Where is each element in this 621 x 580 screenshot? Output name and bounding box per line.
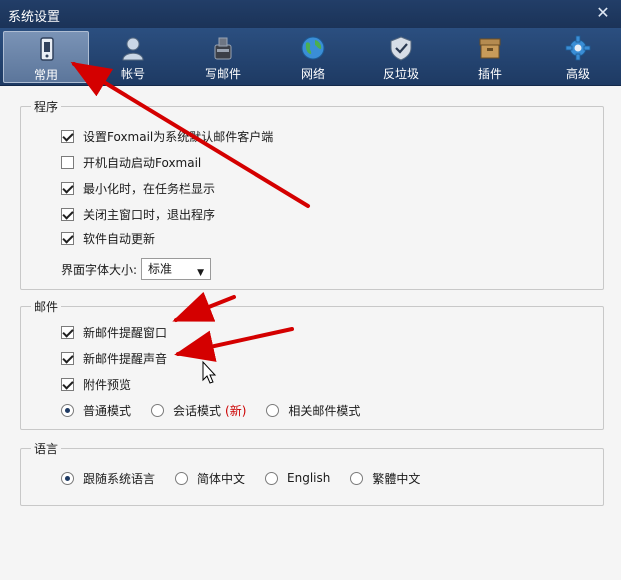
checkbox-minimize-taskbar[interactable]: [61, 181, 74, 195]
mail-mode-row: 普通模式 会话模式 (新) 相关邮件模式: [61, 401, 380, 419]
option-new-mail-sound[interactable]: 新邮件提醒声音: [61, 349, 167, 367]
radio-follow-system-dot[interactable]: [61, 471, 74, 485]
radio-normal-mode[interactable]: 普通模式: [61, 402, 131, 419]
radio-normal-mode-dot[interactable]: [61, 403, 74, 417]
settings-content: 程序 设置Foxmail为系统默认邮件客户端 开机自动启动Foxmail 最小化…: [0, 86, 621, 580]
radio-english[interactable]: English: [265, 471, 330, 485]
radio-english-label: English: [287, 471, 331, 485]
tab-advanced[interactable]: 高级: [535, 31, 621, 83]
tab-general[interactable]: 常用: [3, 31, 89, 83]
option-new-mail-sound-label: 新邮件提醒声音: [83, 351, 168, 366]
tab-account[interactable]: 帐号: [90, 31, 176, 83]
title-bar: 系统设置 ✕: [0, 0, 621, 28]
option-new-mail-window[interactable]: 新邮件提醒窗口: [61, 323, 167, 341]
tab-compose-label: 写邮件: [204, 67, 241, 81]
radio-follow-system-label: 跟随系统语言: [83, 471, 156, 486]
radio-related-mode-dot[interactable]: [266, 403, 280, 417]
program-legend: 程序: [31, 98, 62, 115]
radio-related-mode[interactable]: 相关邮件模式: [266, 402, 360, 419]
font-size-select[interactable]: 标准 ▼: [141, 258, 212, 280]
option-exit-on-close[interactable]: 关闭主窗口时，退出程序: [61, 205, 215, 223]
close-icon[interactable]: ✕: [593, 3, 613, 23]
gear-advanced-icon: [565, 35, 591, 61]
program-group: 程序 设置Foxmail为系统默认邮件客户端 开机自动启动Foxmail 最小化…: [20, 98, 604, 290]
option-auto-update[interactable]: 软件自动更新: [61, 229, 155, 247]
option-auto-start-label: 开机自动启动Foxmail: [83, 155, 202, 170]
tab-account-label: 帐号: [120, 67, 145, 81]
radio-conversation-mode-label: 会话模式: [173, 403, 222, 418]
plugin-box-icon: [479, 38, 501, 59]
tab-general-label: 常用: [33, 68, 58, 82]
radio-english-dot[interactable]: [265, 471, 279, 485]
chevron-down-icon: ▼: [197, 268, 205, 278]
checkbox-attachment-preview[interactable]: [61, 377, 74, 391]
radio-traditional-chinese[interactable]: 繁體中文: [350, 470, 420, 487]
radio-simplified-chinese[interactable]: 简体中文: [175, 470, 245, 487]
font-size-label: 界面字体大小:: [61, 262, 138, 277]
option-exit-on-close-label: 关闭主窗口时，退出程序: [83, 207, 216, 222]
radio-conversation-mode[interactable]: 会话模式 (新): [151, 402, 246, 419]
compose-ink-icon: [214, 37, 232, 60]
new-tag: (新): [225, 403, 247, 418]
tab-antispam[interactable]: 反垃圾: [358, 31, 444, 83]
option-new-mail-window-label: 新邮件提醒窗口: [83, 325, 168, 340]
checkbox-new-mail-sound[interactable]: [61, 351, 74, 365]
radio-simplified-chinese-label: 简体中文: [197, 471, 246, 486]
shield-antispam-icon: [390, 36, 412, 61]
option-auto-update-label: 软件自动更新: [83, 231, 156, 246]
font-size-value: 标准: [148, 262, 173, 276]
tab-network[interactable]: 网络: [270, 31, 356, 83]
tab-antispam-label: 反垃圾: [382, 67, 419, 81]
phone-device-icon: [40, 37, 54, 61]
radio-normal-mode-label: 普通模式: [83, 403, 132, 418]
tab-plugins-label: 插件: [477, 67, 502, 81]
language-group: 语言 跟随系统语言 简体中文 English 繁體中文: [20, 440, 604, 506]
tab-advanced-label: 高级: [565, 67, 590, 81]
mail-legend: 邮件: [31, 298, 62, 315]
option-attachment-preview-label: 附件预览: [83, 377, 132, 392]
checkbox-default-client[interactable]: [61, 129, 74, 143]
mail-group: 邮件 新邮件提醒窗口 新邮件提醒声音 附件预览 普通模式 会话模式 (新) 相关…: [20, 298, 604, 430]
option-minimize-taskbar-label: 最小化时，在任务栏显示: [83, 181, 216, 196]
tab-network-label: 网络: [300, 67, 325, 81]
radio-related-mode-label: 相关邮件模式: [288, 403, 361, 418]
language-legend: 语言: [31, 440, 62, 457]
checkbox-new-mail-window[interactable]: [61, 325, 74, 339]
user-account-icon: [122, 37, 144, 61]
tab-plugins[interactable]: 插件: [447, 31, 533, 83]
tab-compose[interactable]: 写邮件: [180, 31, 266, 83]
radio-simplified-chinese-dot[interactable]: [175, 471, 189, 485]
settings-toolbar: 常用 帐号 写邮件 网络 反垃圾 插件 高级: [0, 28, 621, 86]
globe-network-icon: [301, 36, 325, 60]
option-default-client-label: 设置Foxmail为系统默认邮件客户端: [83, 129, 274, 144]
option-default-client[interactable]: 设置Foxmail为系统默认邮件客户端: [61, 127, 273, 145]
radio-conversation-mode-dot[interactable]: [151, 403, 165, 417]
radio-follow-system[interactable]: 跟随系统语言: [61, 470, 155, 487]
checkbox-auto-update[interactable]: [61, 231, 74, 245]
option-minimize-taskbar[interactable]: 最小化时，在任务栏显示: [61, 179, 215, 197]
option-auto-start[interactable]: 开机自动启动Foxmail: [61, 153, 201, 171]
radio-traditional-chinese-label: 繁體中文: [372, 471, 421, 486]
font-size-row: 界面字体大小: 标准 ▼: [61, 257, 212, 281]
radio-traditional-chinese-dot[interactable]: [350, 471, 364, 485]
checkbox-auto-start[interactable]: [61, 155, 74, 169]
option-attachment-preview[interactable]: 附件预览: [61, 375, 131, 393]
checkbox-exit-on-close[interactable]: [61, 207, 74, 221]
window-title: 系统设置: [8, 10, 61, 25]
language-row: 跟随系统语言 简体中文 English 繁體中文: [61, 469, 440, 487]
